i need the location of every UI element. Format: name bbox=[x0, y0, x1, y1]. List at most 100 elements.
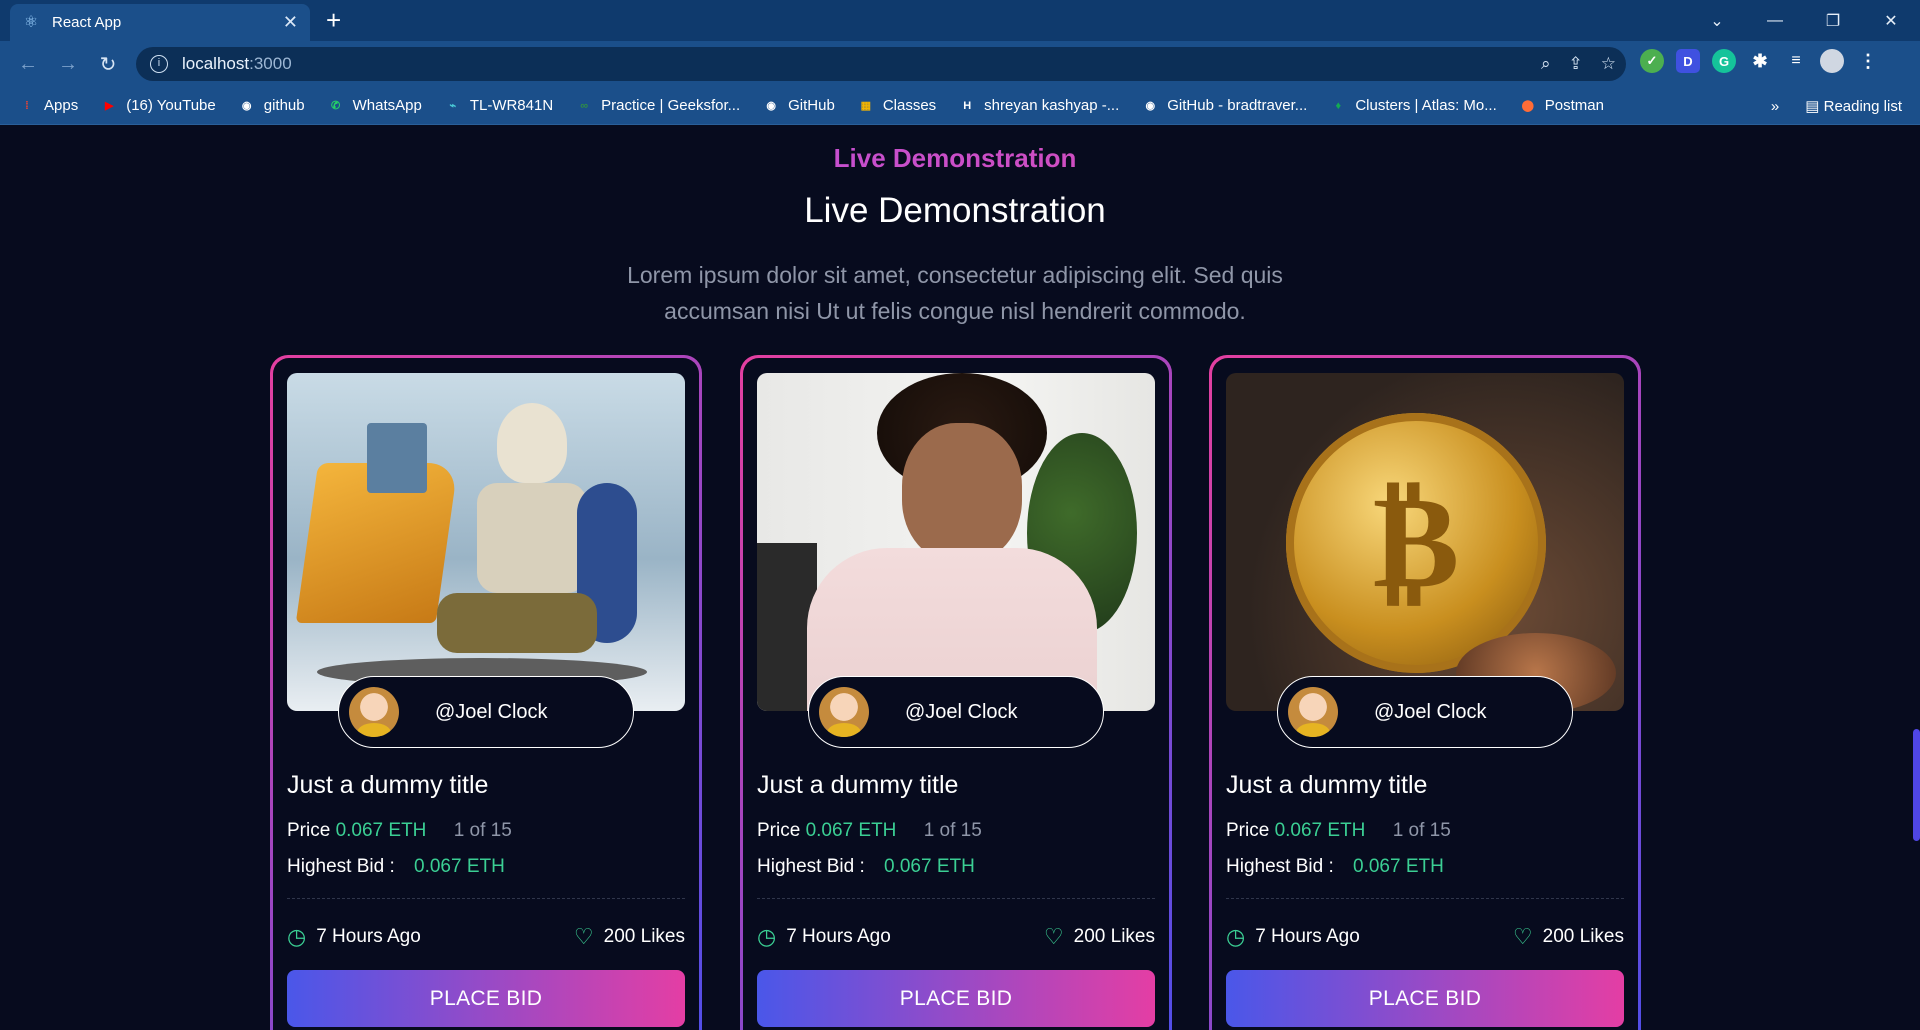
bookmark-item[interactable]: ◉ GitHub - bradtraver... bbox=[1141, 97, 1307, 115]
nft-image[interactable] bbox=[287, 373, 685, 711]
media-control-icon[interactable]: ≡ bbox=[1784, 49, 1808, 73]
time-ago-label: 7 Hours Ago bbox=[316, 926, 421, 947]
nft-card: @Joel Clock Just a dummy title Price 0.0… bbox=[740, 355, 1172, 1030]
highest-bid-value: 0.067 ETH bbox=[414, 856, 505, 877]
price-label: Price bbox=[1226, 820, 1270, 841]
bookmark-label: github bbox=[263, 97, 305, 114]
time-ago-label: 7 Hours Ago bbox=[1255, 926, 1360, 947]
highest-bid-label: Highest Bid : bbox=[1226, 856, 1334, 877]
section-title: Live Demonstration bbox=[804, 191, 1106, 230]
clock-icon: ◷ bbox=[757, 924, 777, 949]
highest-bid-label: Highest Bid : bbox=[287, 856, 395, 877]
likes-button[interactable]: ♡ 200 Likes bbox=[574, 926, 685, 948]
github-icon: ◉ bbox=[1145, 100, 1156, 112]
bookmark-item[interactable]: ▶ (16) YouTube bbox=[100, 97, 216, 115]
likes-button[interactable]: ♡ 200 Likes bbox=[1513, 926, 1624, 948]
price-label: Price bbox=[287, 820, 331, 841]
highest-bid-row: Highest Bid : 0.067 ETH bbox=[287, 856, 505, 878]
tab-search-icon[interactable]: ⌄ bbox=[1688, 0, 1746, 41]
address-bar[interactable]: i localhost:3000 ⌕ ⇪ ☆ bbox=[136, 47, 1626, 81]
reading-list-button[interactable]: ▤ Reading list bbox=[1805, 97, 1902, 115]
site-info-icon[interactable]: i bbox=[150, 55, 168, 73]
highest-bid-value: 0.067 ETH bbox=[1353, 856, 1444, 877]
likes-button[interactable]: ♡ 200 Likes bbox=[1044, 926, 1155, 948]
price-value: 0.067 ETH bbox=[335, 820, 427, 841]
creator-name: @Joel Clock bbox=[905, 700, 1018, 723]
bookmark-item[interactable]: ◉ github bbox=[238, 97, 305, 115]
close-window-icon[interactable]: ✕ bbox=[1862, 0, 1920, 41]
price-label: Price bbox=[757, 820, 801, 841]
bookmark-item[interactable]: Hshreyan kashyap -... bbox=[958, 97, 1119, 115]
extension-green-icon[interactable]: ✓ bbox=[1640, 49, 1664, 73]
likes-label: 200 Likes bbox=[603, 926, 685, 947]
bookmark-item[interactable]: ✆ WhatsApp bbox=[327, 97, 422, 115]
browser-toolbar: ← → ↻ i localhost:3000 ⌕ ⇪ ☆ ✓ D G ✱ ≡ ⋮ bbox=[0, 41, 1920, 87]
place-bid-button[interactable]: PLACE BID bbox=[1226, 970, 1624, 1027]
time-ago: ◷ 7 Hours Ago bbox=[287, 926, 421, 948]
highest-bid-row: Highest Bid : 0.067 ETH bbox=[1226, 856, 1444, 878]
browser-tab[interactable]: ⚛ React App ✕ bbox=[10, 4, 310, 41]
creator-avatar bbox=[1288, 687, 1338, 737]
bookmark-label: TL-WR841N bbox=[469, 97, 554, 114]
clock-icon: ◷ bbox=[1226, 924, 1246, 949]
apps-grid-icon: ⁞ bbox=[25, 99, 29, 112]
price-row: Price 0.067 ETH 1 of 15 bbox=[1226, 820, 1451, 842]
new-tab-icon[interactable]: + bbox=[326, 6, 341, 34]
bookmark-label: Clusters | Atlas: Mo... bbox=[1355, 97, 1497, 114]
minimize-icon[interactable]: — bbox=[1746, 0, 1804, 41]
section-description: Lorem ipsum dolor sit amet, consectetur … bbox=[627, 262, 1283, 324]
nft-title: Just a dummy title bbox=[287, 771, 489, 799]
creator-pill[interactable]: @Joel Clock bbox=[1277, 676, 1573, 748]
page-scrollbar[interactable] bbox=[1913, 729, 1920, 841]
price-value: 0.067 ETH bbox=[1274, 820, 1366, 841]
youtube-icon: ▶ bbox=[104, 100, 114, 112]
bookmark-item[interactable]: ⁞ Apps bbox=[18, 97, 78, 115]
nft-card: @Joel Clock Just a dummy title Price 0.0… bbox=[270, 355, 702, 1030]
bookmark-item[interactable]: ∞ Practice | Geeksfor... bbox=[575, 97, 740, 115]
profile-avatar[interactable] bbox=[1820, 49, 1844, 73]
restore-icon[interactable]: ❐ bbox=[1804, 0, 1862, 41]
creator-name: @Joel Clock bbox=[435, 700, 548, 723]
place-bid-button[interactable]: PLACE BID bbox=[287, 970, 685, 1027]
bookmarks-overflow-icon[interactable]: » bbox=[1771, 98, 1779, 115]
back-icon[interactable]: ← bbox=[8, 53, 48, 76]
geeksforgeeks-icon: ∞ bbox=[580, 99, 589, 112]
close-tab-icon[interactable]: ✕ bbox=[283, 12, 298, 33]
creator-pill[interactable]: @Joel Clock bbox=[338, 676, 634, 748]
url-port: :3000 bbox=[249, 54, 292, 73]
bookmark-item[interactable]: ⬤ Postman bbox=[1519, 97, 1604, 115]
bookmark-label: GitHub - bradtraver... bbox=[1167, 97, 1308, 114]
bookmark-item[interactable]: ♦ Clusters | Atlas: Mo... bbox=[1329, 97, 1497, 115]
clock-icon: ◷ bbox=[287, 924, 307, 949]
edition-count: 1 of 15 bbox=[1392, 820, 1451, 841]
reload-icon[interactable]: ↻ bbox=[88, 52, 128, 77]
page-content: Live Demonstration Live Demonstration Lo… bbox=[0, 125, 1920, 1030]
highest-bid-label: Highest Bid : bbox=[757, 856, 865, 877]
nft-card: ₿ @Joel Clock Just a dummy title Price 0… bbox=[1209, 355, 1641, 1030]
price-value: 0.067 ETH bbox=[805, 820, 897, 841]
extension-d-icon[interactable]: D bbox=[1676, 49, 1700, 73]
url-host: localhost bbox=[182, 54, 250, 73]
bookmark-item[interactable]: ⌁ TL-WR841N bbox=[444, 97, 554, 115]
place-bid-button[interactable]: PLACE BID bbox=[757, 970, 1155, 1027]
grammarly-icon[interactable]: G bbox=[1712, 49, 1736, 73]
card-divider bbox=[1226, 898, 1624, 899]
creator-avatar bbox=[819, 687, 869, 737]
share-icon[interactable]: ⇪ bbox=[1569, 54, 1583, 74]
forward-icon[interactable]: → bbox=[48, 53, 88, 76]
time-ago: ◷ 7 Hours Ago bbox=[1226, 926, 1360, 948]
bookmark-item[interactable]: ◉ GitHub bbox=[762, 97, 835, 115]
tab-title: React App bbox=[52, 14, 122, 31]
bookmark-star-icon[interactable]: ☆ bbox=[1601, 54, 1616, 74]
extensions-puzzle-icon[interactable]: ✱ bbox=[1748, 49, 1772, 73]
zoom-icon[interactable]: ⌕ bbox=[1541, 54, 1551, 74]
bookmark-item[interactable]: ▦ Classes bbox=[857, 97, 937, 115]
nft-image[interactable]: ₿ bbox=[1226, 373, 1624, 711]
highest-bid-value: 0.067 ETH bbox=[884, 856, 975, 877]
price-row: Price 0.067 ETH 1 of 15 bbox=[287, 820, 512, 842]
creator-pill[interactable]: @Joel Clock bbox=[808, 676, 1104, 748]
menu-icon[interactable]: ⋮ bbox=[1856, 49, 1880, 73]
nft-title: Just a dummy title bbox=[1226, 771, 1428, 799]
nft-image[interactable] bbox=[757, 373, 1155, 711]
whatsapp-icon: ✆ bbox=[331, 100, 341, 112]
